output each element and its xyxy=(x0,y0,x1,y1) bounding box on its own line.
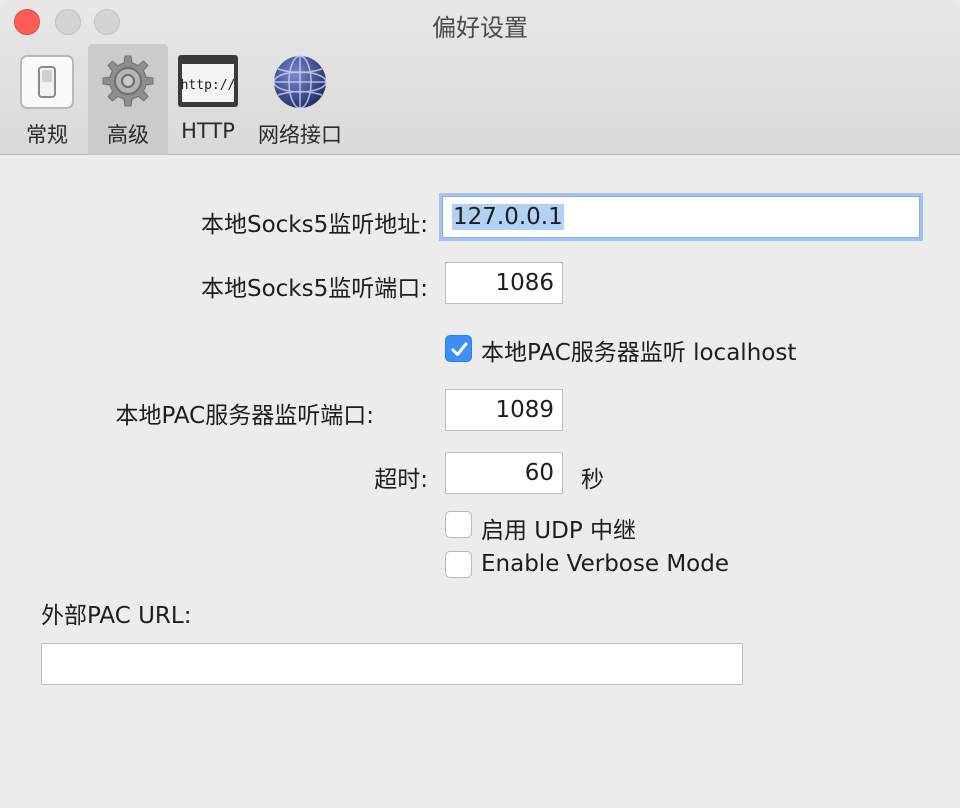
tab-general[interactable]: 常规 xyxy=(12,44,82,155)
window-title: 偏好设置 xyxy=(432,14,528,42)
verbose-mode-label[interactable]: Enable Verbose Mode xyxy=(481,551,729,577)
timeout-input[interactable]: 60 xyxy=(445,452,563,494)
svg-text:http://: http:// xyxy=(181,78,236,93)
gear-icon xyxy=(97,54,159,120)
timeout-label: 超时: xyxy=(374,467,428,493)
tab-label: 网络接口 xyxy=(258,123,342,147)
switch-icon xyxy=(19,54,75,114)
socks-address-input[interactable]: 127.0.0.1 xyxy=(442,196,920,238)
pac-localhost-checkbox[interactable] xyxy=(445,335,472,362)
external-pac-url-label: 外部PAC URL: xyxy=(41,603,192,629)
pac-localhost-label[interactable]: 本地PAC服务器监听 localhost xyxy=(481,333,796,367)
external-pac-url-input[interactable] xyxy=(41,643,743,685)
tab-http[interactable]: http:// HTTP xyxy=(172,44,244,155)
socks-port-input[interactable]: 1086 xyxy=(445,262,563,304)
network-globe-icon xyxy=(272,54,328,114)
pac-port-input[interactable]: 1089 xyxy=(445,389,563,431)
checkmark-icon xyxy=(451,342,468,356)
udp-relay-checkbox[interactable] xyxy=(445,511,472,538)
tab-label: 高级 xyxy=(107,123,149,147)
preferences-window: 偏好设置 常规 高级 http:// HTTP 网络接口 本地Socks5监听地… xyxy=(0,0,960,808)
tab-label: HTTP xyxy=(181,119,235,143)
pac-port-label: 本地PAC服务器监听端口: xyxy=(115,403,374,429)
socks-address-label: 本地Socks5监听地址: xyxy=(200,212,428,238)
title-toolbar: 偏好设置 常规 高级 http:// HTTP 网络接口 xyxy=(0,0,960,155)
verbose-mode-checkbox[interactable] xyxy=(445,551,472,578)
timeout-unit: 秒 xyxy=(581,467,604,493)
socks-port-label: 本地Socks5监听端口: xyxy=(200,276,428,302)
tab-network-interface[interactable]: 网络接口 xyxy=(252,44,348,155)
socks-address-value: 127.0.0.1 xyxy=(452,204,564,230)
tab-advanced[interactable]: 高级 xyxy=(88,44,168,155)
udp-relay-label[interactable]: 启用 UDP 中继 xyxy=(481,511,636,545)
tab-label: 常规 xyxy=(26,123,68,147)
browser-icon: http:// xyxy=(177,54,239,112)
